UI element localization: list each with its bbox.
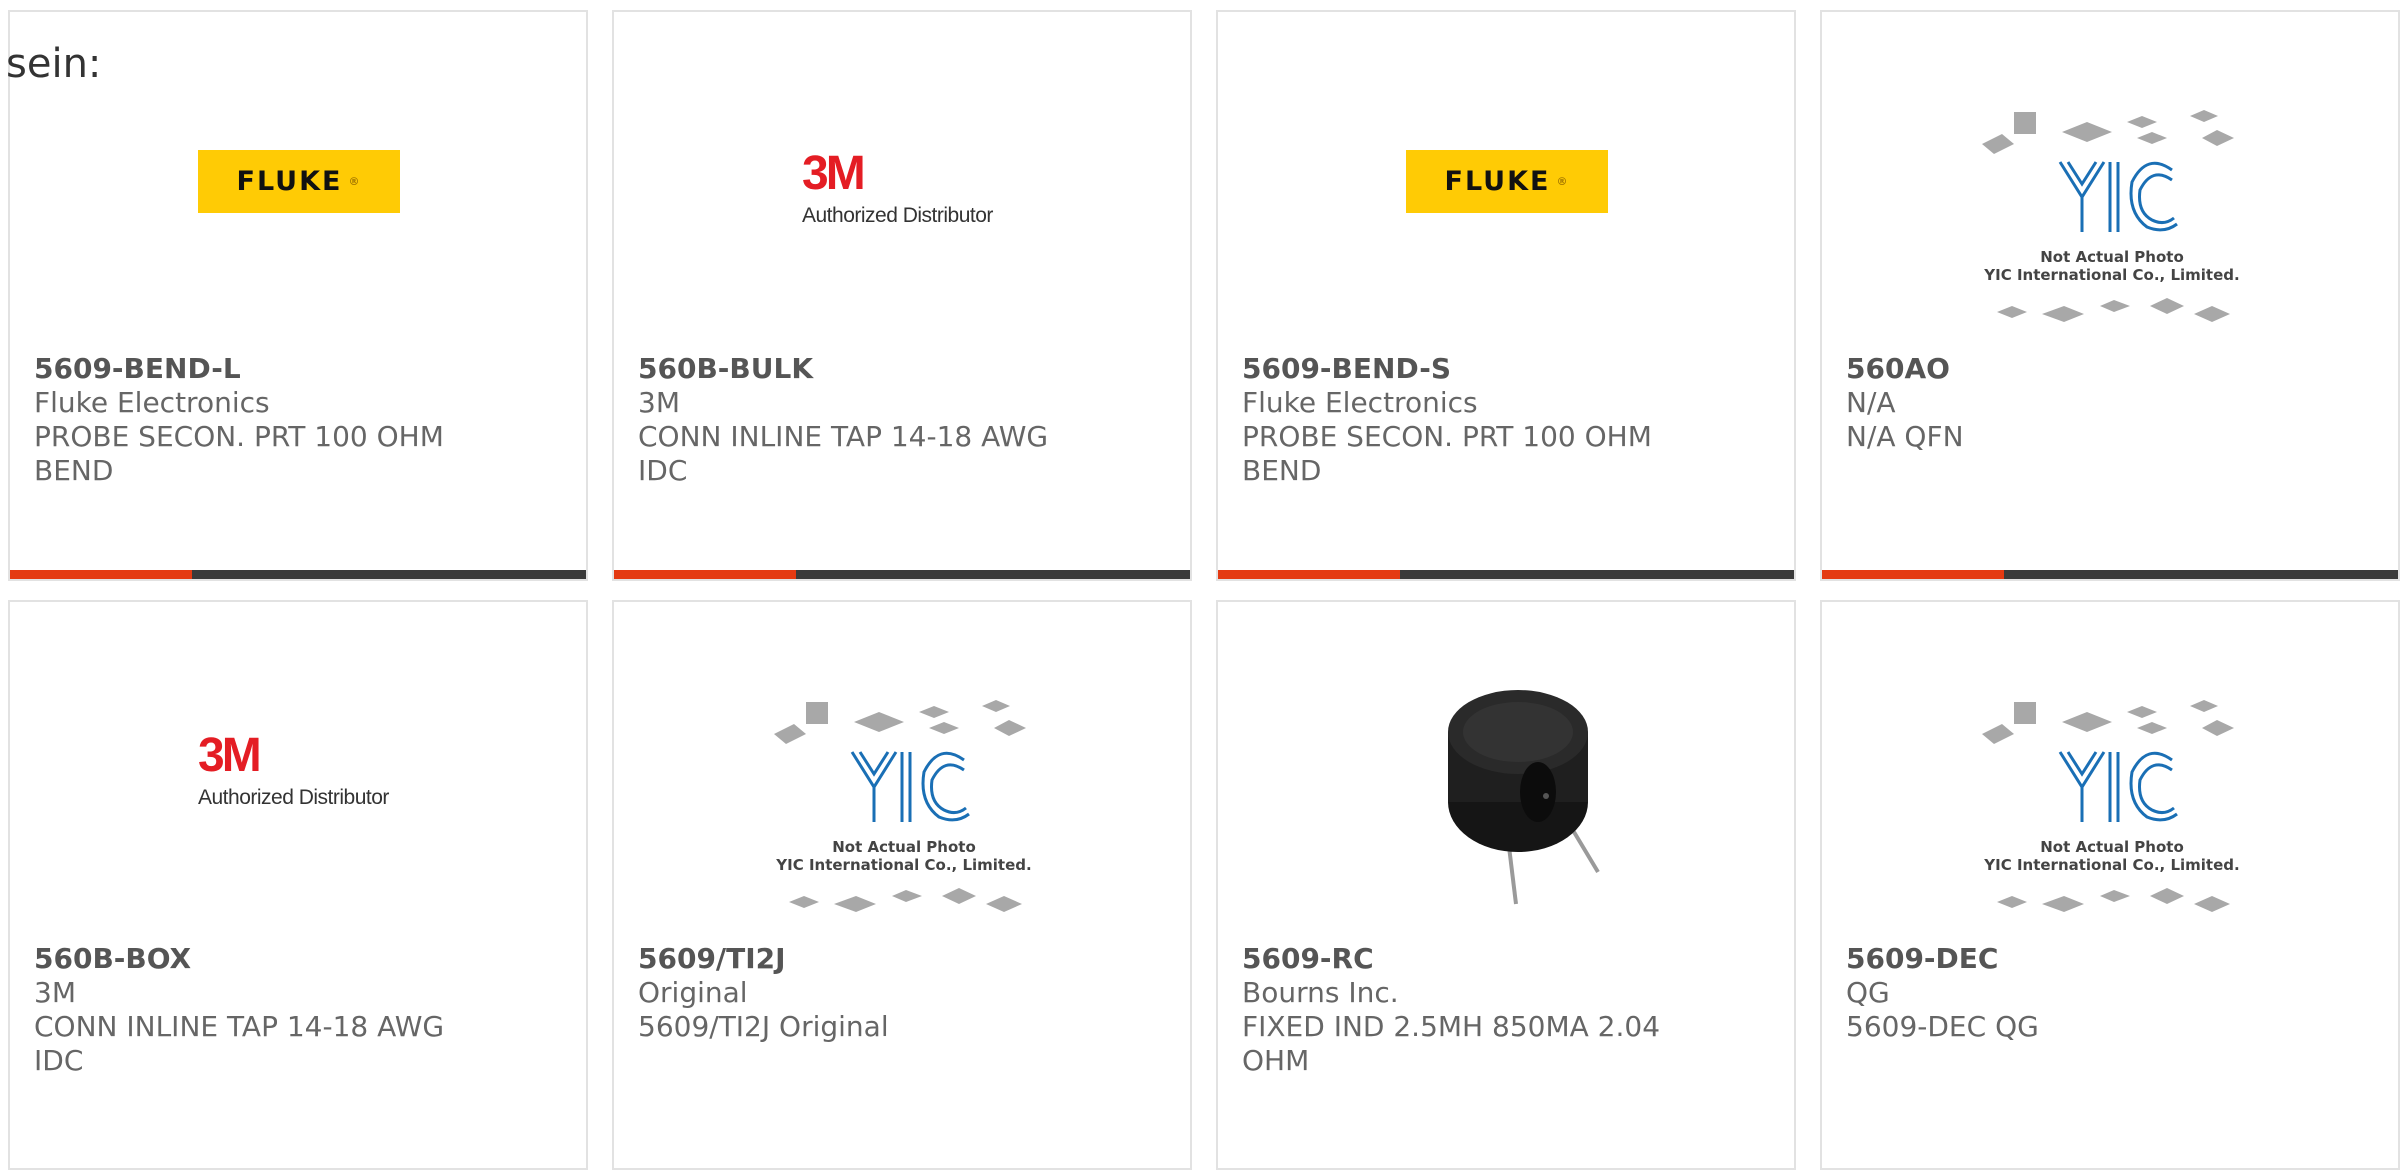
part-number-link[interactable]: 5609-BEND-L <box>34 352 562 386</box>
manufacturer: QG <box>1846 976 1890 1009</box>
part-number-link[interactable]: 5609-RC <box>1242 942 1770 976</box>
product-thumbnail[interactable]: 3M Authorized Distributor <box>614 12 1190 342</box>
description: PROBE SECON. PRT 100 OHM BEND <box>34 420 444 487</box>
description: CONN INLINE TAP 14-18 AWG IDC <box>638 420 1049 487</box>
card-bottom-bar <box>10 570 586 579</box>
part-number-link[interactable]: 5609/TI2J <box>638 942 1166 976</box>
card-bottom-bar <box>1822 570 2398 579</box>
part-number-link[interactable]: 5609-BEND-S <box>1242 352 1770 386</box>
svg-text:Not Actual Photo: Not Actual Photo <box>2040 838 2184 856</box>
manufacturer: Bourns Inc. <box>1242 976 1399 1009</box>
manufacturer: N/A <box>1846 386 1896 419</box>
product-thumbnail[interactable]: 3M Authorized Distributor <box>10 602 586 932</box>
manufacturer: Fluke Electronics <box>1242 386 1478 419</box>
description: PROBE SECON. PRT 100 OHM BEND <box>1242 420 1652 487</box>
manufacturer: Fluke Electronics <box>34 386 270 419</box>
product-card[interactable]: FLUKE ® 5609-BEND-L Fluke Electronics PRO… <box>8 10 588 581</box>
product-card[interactable]: 5609-RC Bourns Inc. FIXED IND 2.5MH 850M… <box>1216 600 1796 1170</box>
product-thumbnail[interactable] <box>1218 602 1794 932</box>
product-card[interactable]: Not Actual Photo YIC International Co., … <box>612 600 1192 1170</box>
svg-text:YIC International Co., Limited: YIC International Co., Limited. <box>775 856 1031 874</box>
yic-placeholder-logo: Not Actual Photo YIC International Co., … <box>1982 110 2240 322</box>
manufacturer: 3M <box>34 976 76 1009</box>
product-thumbnail[interactable]: Not Actual Photo YIC International Co., … <box>1822 12 2398 342</box>
3m-logo: 3M Authorized Distributor <box>198 729 389 810</box>
product-card[interactable]: 3M Authorized Distributor 560B-BOX 3M CO… <box>8 600 588 1170</box>
yic-placeholder-logo: Not Actual Photo YIC International Co., … <box>774 700 1032 912</box>
product-card[interactable]: FLUKE ® 5609-BEND-S Fluke Electronics PRO… <box>1216 10 1796 581</box>
inductor-photo <box>1448 690 1600 905</box>
svg-text:YIC International Co., Limited: YIC International Co., Limited. <box>1983 266 2239 284</box>
fluke-logo: FLUKE ® <box>1406 150 1608 213</box>
manufacturer: 3M <box>638 386 680 419</box>
part-number-link[interactable]: 560AO <box>1846 352 2374 386</box>
product-thumbnail[interactable]: Not Actual Photo YIC International Co., … <box>614 602 1190 932</box>
product-thumbnail[interactable]: FLUKE ® <box>1218 12 1794 342</box>
svg-text:Not Actual Photo: Not Actual Photo <box>832 838 976 856</box>
card-bottom-bar <box>614 570 1190 579</box>
yic-placeholder-logo: Not Actual Photo YIC International Co., … <box>1982 700 2240 912</box>
manufacturer: Original <box>638 976 748 1009</box>
intro-text: sein: <box>6 41 102 87</box>
description: 5609-DEC QG <box>1846 1010 2039 1043</box>
3m-logo: 3M Authorized Distributor <box>802 147 993 228</box>
card-bottom-bar <box>1218 570 1794 579</box>
description: 5609/TI2J Original <box>638 1010 889 1043</box>
part-number-link[interactable]: 5609-DEC <box>1846 942 2374 976</box>
description: CONN INLINE TAP 14-18 AWG IDC <box>34 1010 445 1077</box>
product-card[interactable]: Not Actual Photo YIC International Co., … <box>1820 600 2400 1170</box>
product-card[interactable]: Not Actual Photo YIC International Co., … <box>1820 10 2400 581</box>
part-number-link[interactable]: 560B-BOX <box>34 942 562 976</box>
product-card[interactable]: 3M Authorized Distributor 560B-BULK 3M C… <box>612 10 1192 581</box>
product-thumbnail[interactable]: Not Actual Photo YIC International Co., … <box>1822 602 2398 932</box>
part-number-link[interactable]: 560B-BULK <box>638 352 1166 386</box>
svg-text:Not Actual Photo: Not Actual Photo <box>2040 248 2184 266</box>
fluke-logo: FLUKE ® <box>198 150 400 213</box>
description: FIXED IND 2.5MH 850MA 2.04 OHM <box>1242 1010 1661 1077</box>
description: N/A QFN <box>1846 420 1964 453</box>
svg-text:YIC International Co., Limited: YIC International Co., Limited. <box>1983 856 2239 874</box>
